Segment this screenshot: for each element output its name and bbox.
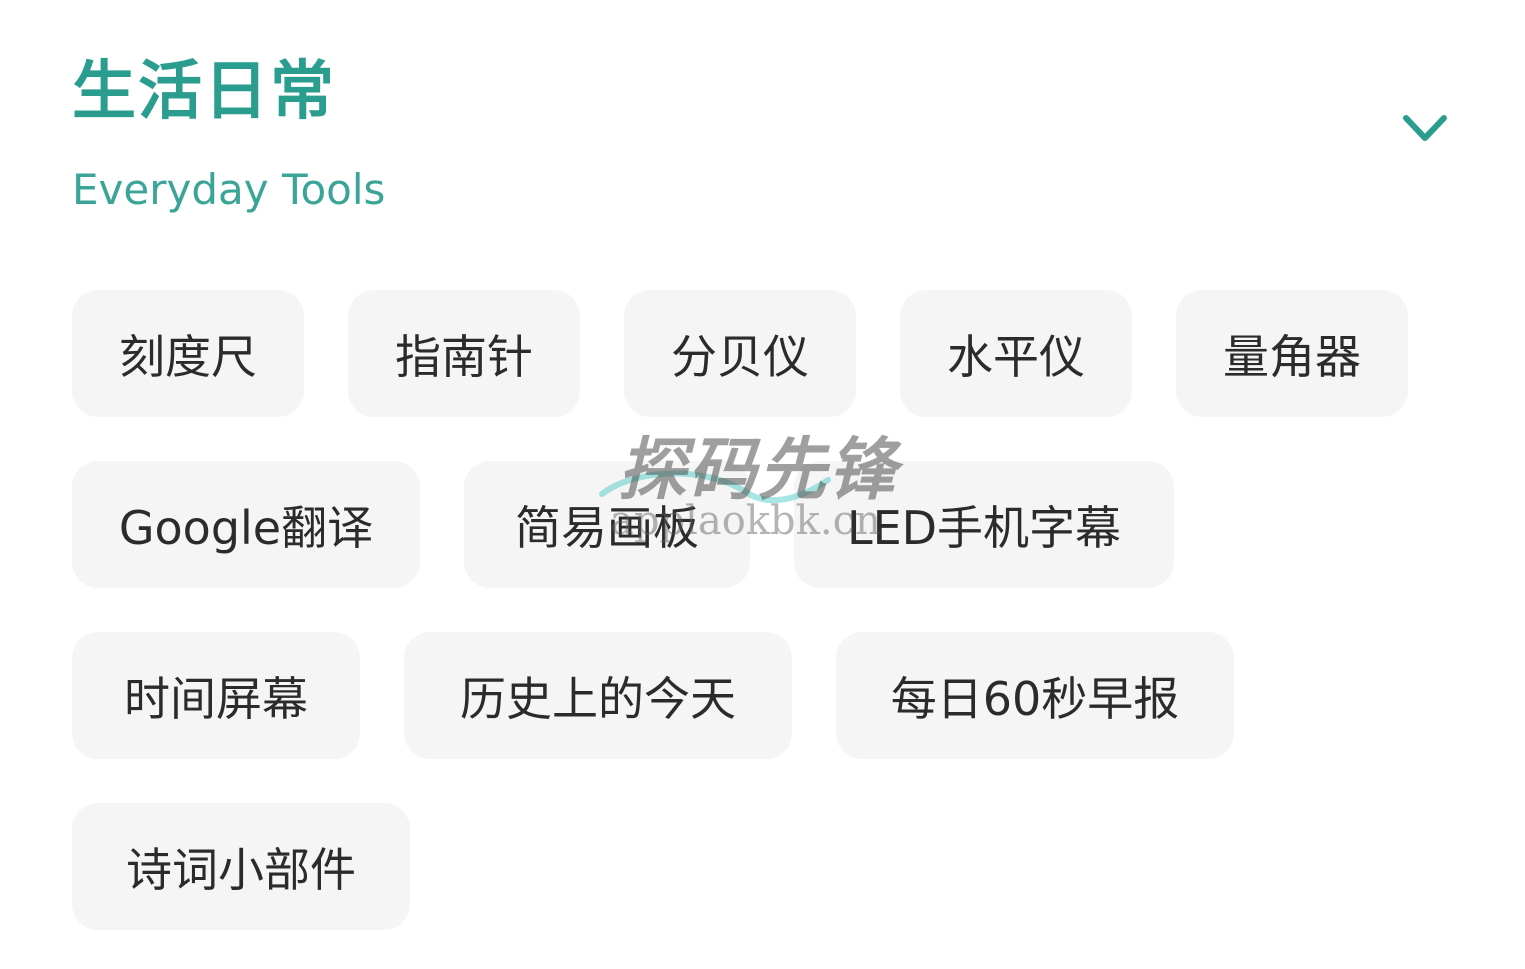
section-title: 生活日常 [72, 55, 336, 129]
tool-chip-today-in-history[interactable]: 历史上的今天 [404, 632, 792, 759]
tool-chip-compass[interactable]: 指南针 [348, 290, 580, 417]
tool-row: 诗词小部件 [72, 803, 1452, 930]
tool-chip-led-subtitle[interactable]: LED手机字幕 [794, 461, 1174, 588]
tool-row: Google翻译 简易画板 LED手机字幕 [72, 461, 1452, 588]
tool-chip-drawing-board[interactable]: 简易画板 [464, 461, 750, 588]
tool-chip-ruler[interactable]: 刻度尺 [72, 290, 304, 417]
section-subtitle: Everyday Tools [72, 165, 386, 214]
tool-chip-protractor[interactable]: 量角器 [1176, 290, 1408, 417]
collapse-toggle-button[interactable] [1402, 110, 1448, 150]
tool-chip-daily-60s-news[interactable]: 每日60秒早报 [836, 632, 1234, 759]
tool-chip-decibel-meter[interactable]: 分贝仪 [624, 290, 856, 417]
tool-chip-level[interactable]: 水平仪 [900, 290, 1132, 417]
tool-row: 刻度尺 指南针 分贝仪 水平仪 量角器 [72, 290, 1452, 417]
tool-chip-time-screen[interactable]: 时间屏幕 [72, 632, 360, 759]
tool-chip-poetry-widget[interactable]: 诗词小部件 [72, 803, 410, 930]
section-header: 生活日常 Everyday Tools [72, 52, 1452, 222]
tool-chip-google-translate[interactable]: Google翻译 [72, 461, 420, 588]
chevron-down-icon [1403, 115, 1447, 141]
tool-row: 时间屏幕 历史上的今天 每日60秒早报 [72, 632, 1452, 759]
tools-grid: 刻度尺 指南针 分贝仪 水平仪 量角器 Google翻译 简易画板 LED手机字… [72, 290, 1452, 930]
